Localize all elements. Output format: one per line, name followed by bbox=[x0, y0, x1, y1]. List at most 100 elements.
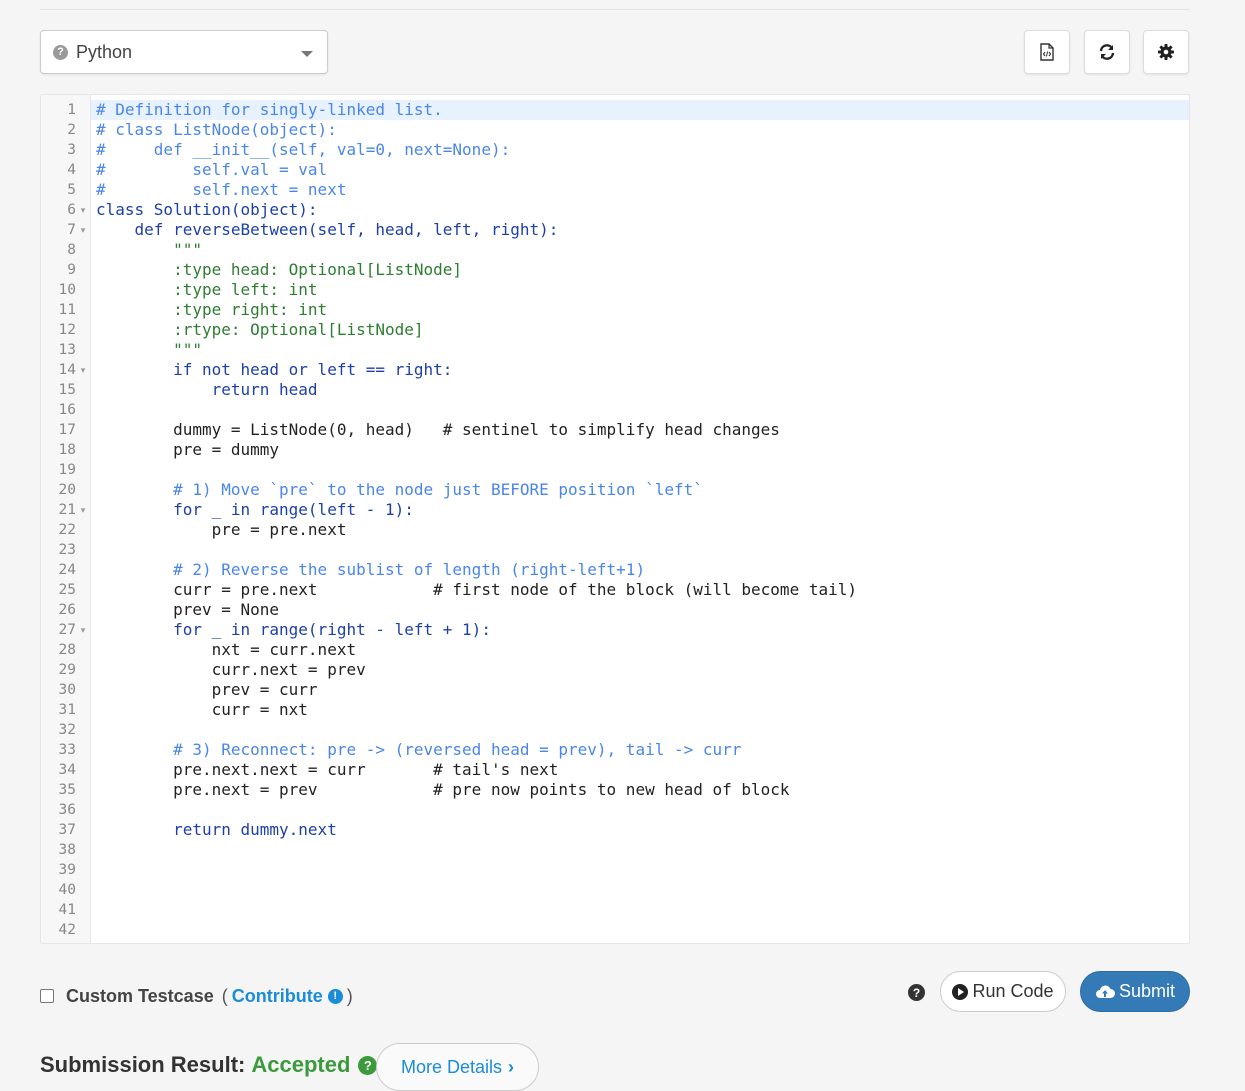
line-number: 14 bbox=[58, 362, 76, 378]
code-line[interactable]: :type right: int bbox=[96, 300, 327, 320]
custom-testcase-label: Custom Testcase bbox=[66, 985, 214, 1006]
code-line[interactable]: :type head: Optional[ListNode] bbox=[96, 260, 462, 280]
code-file-icon bbox=[1040, 43, 1054, 61]
code-line[interactable]: """ bbox=[96, 240, 202, 260]
code-line[interactable]: curr.next = prev bbox=[96, 660, 366, 680]
line-number: 7 bbox=[67, 222, 76, 238]
line-number: 31 bbox=[58, 702, 76, 718]
play-circle-icon bbox=[952, 983, 969, 1000]
submit-label: Submit bbox=[1118, 981, 1176, 1001]
line-number: 38 bbox=[58, 842, 76, 858]
line-number: 19 bbox=[58, 462, 76, 478]
line-number: 3 bbox=[67, 142, 76, 158]
fold-toggle-icon[interactable]: ▾ bbox=[78, 360, 88, 380]
code-line[interactable]: prev = curr bbox=[96, 680, 318, 700]
line-number: 16 bbox=[58, 402, 76, 418]
line-number: 24 bbox=[58, 562, 76, 578]
code-line[interactable]: # def __init__(self, val=0, next=None): bbox=[96, 140, 510, 160]
code-line[interactable]: return dummy.next bbox=[96, 820, 337, 840]
line-number: 17 bbox=[58, 422, 76, 438]
code-line[interactable]: def reverseBetween(self, head, left, rig… bbox=[96, 220, 559, 240]
question-circle-icon: ? bbox=[53, 44, 68, 60]
chevron-right-icon: › bbox=[508, 1056, 515, 1077]
language-select-value: Python bbox=[76, 41, 133, 62]
custom-testcase-checkbox[interactable] bbox=[40, 989, 54, 1003]
code-line[interactable]: :rtype: Optional[ListNode] bbox=[96, 320, 423, 340]
code-line[interactable]: pre = dummy bbox=[96, 440, 279, 460]
line-number: 23 bbox=[58, 542, 76, 558]
code-line[interactable]: pre = pre.next bbox=[96, 520, 347, 540]
gear-icon bbox=[1158, 44, 1174, 60]
line-number: 13 bbox=[58, 342, 76, 358]
line-number: 20 bbox=[58, 482, 76, 498]
code-line[interactable]: pre.next = prev # pre now points to new … bbox=[96, 780, 790, 800]
code-line[interactable]: for _ in range(left - 1): bbox=[96, 500, 414, 520]
help-icon[interactable]: ? bbox=[908, 984, 925, 1001]
line-number: 12 bbox=[58, 322, 76, 338]
line-number: 11 bbox=[58, 302, 76, 318]
code-line[interactable]: class Solution(object): bbox=[96, 200, 318, 220]
language-select[interactable]: ? Python bbox=[40, 30, 328, 74]
chevron-down-icon bbox=[301, 51, 313, 57]
line-number: 35 bbox=[58, 782, 76, 798]
run-code-label: Run Code bbox=[972, 981, 1054, 1001]
line-number: 25 bbox=[58, 582, 76, 598]
code-line[interactable]: return head bbox=[96, 380, 318, 400]
line-number: 40 bbox=[58, 882, 76, 898]
line-number: 33 bbox=[58, 742, 76, 758]
view-code-button[interactable] bbox=[1024, 30, 1070, 74]
reset-code-button[interactable] bbox=[1084, 30, 1130, 74]
line-number-gutter: 1 2 3 4 5 6 ▾ 7 ▾ 8 9 10 11 12 13 14 ▾ 15 16 17 18 19 20 21 ▾ 22 2… bbox=[41, 95, 91, 943]
code-line[interactable]: # Definition for singly-linked list. bbox=[96, 100, 443, 120]
line-number: 18 bbox=[58, 442, 76, 458]
code-line[interactable]: """ bbox=[96, 340, 202, 360]
code-line[interactable]: # self.next = next bbox=[96, 180, 346, 200]
fold-toggle-icon[interactable]: ▾ bbox=[78, 620, 88, 640]
line-number: 29 bbox=[58, 662, 76, 678]
contribute-link[interactable]: Contribute ! bbox=[232, 986, 343, 1007]
code-line[interactable]: curr = pre.next # first node of the bloc… bbox=[96, 580, 857, 600]
code-line[interactable]: :type left: int bbox=[96, 280, 318, 300]
line-number: 26 bbox=[58, 602, 76, 618]
more-details-button[interactable]: More Details › bbox=[376, 1043, 539, 1091]
code-line[interactable]: pre.next.next = curr # tail's next bbox=[96, 760, 558, 780]
line-number: 39 bbox=[58, 862, 76, 878]
line-number: 4 bbox=[67, 162, 76, 178]
code-line[interactable]: nxt = curr.next bbox=[96, 640, 357, 660]
fold-toggle-icon[interactable]: ▾ bbox=[78, 220, 88, 240]
code-line[interactable]: # 2) Reverse the sublist of length (righ… bbox=[96, 560, 645, 580]
top-divider bbox=[40, 9, 1190, 10]
exclamation-circle-icon: ! bbox=[327, 988, 343, 1004]
line-number: 37 bbox=[58, 822, 76, 838]
line-number: 8 bbox=[67, 242, 76, 258]
code-line[interactable]: # self.val = val bbox=[96, 160, 327, 180]
code-line[interactable]: for _ in range(right - left + 1): bbox=[96, 620, 491, 640]
submit-button[interactable]: Submit bbox=[1080, 971, 1190, 1012]
code-line[interactable]: # class ListNode(object): bbox=[96, 120, 337, 140]
custom-testcase-row: Custom Testcase ( Contribute ! ) bbox=[40, 985, 353, 1007]
fold-toggle-icon[interactable]: ▾ bbox=[78, 500, 88, 520]
line-number: 21 bbox=[58, 502, 76, 518]
contribute-label: Contribute bbox=[231, 985, 323, 1006]
code-line[interactable]: curr = nxt bbox=[96, 700, 308, 720]
code-line[interactable]: if not head or left == right: bbox=[96, 360, 452, 380]
open-paren: ( bbox=[221, 985, 228, 1006]
fold-toggle-icon[interactable]: ▾ bbox=[78, 200, 88, 220]
cloud-upload-icon bbox=[1095, 985, 1115, 998]
run-code-button[interactable]: Run Code bbox=[940, 971, 1066, 1012]
code-line[interactable]: # 1) Move `pre` to the node just BEFORE … bbox=[96, 480, 703, 500]
code-editor[interactable]: 1 2 3 4 5 6 ▾ 7 ▾ 8 9 10 11 12 13 14 ▾ 15 16 17 18 19 20 21 ▾ 22 2… bbox=[40, 94, 1190, 944]
code-line[interactable]: prev = None bbox=[96, 600, 279, 620]
line-number: 42 bbox=[58, 922, 76, 938]
code-line[interactable]: dummy = ListNode(0, head) # sentinel to … bbox=[96, 420, 780, 440]
line-number: 6 bbox=[67, 202, 76, 218]
code-line[interactable]: # 3) Reconnect: pre -> (reversed head = … bbox=[96, 740, 741, 760]
line-number: 28 bbox=[58, 642, 76, 658]
settings-button[interactable] bbox=[1143, 30, 1189, 74]
line-number: 10 bbox=[58, 282, 76, 298]
close-paren: ) bbox=[346, 985, 353, 1006]
line-number: 9 bbox=[67, 262, 76, 278]
submission-result: Submission Result: Accepted ? bbox=[40, 1050, 378, 1080]
more-details-label: More Details bbox=[400, 1056, 503, 1077]
line-number: 34 bbox=[58, 762, 76, 778]
